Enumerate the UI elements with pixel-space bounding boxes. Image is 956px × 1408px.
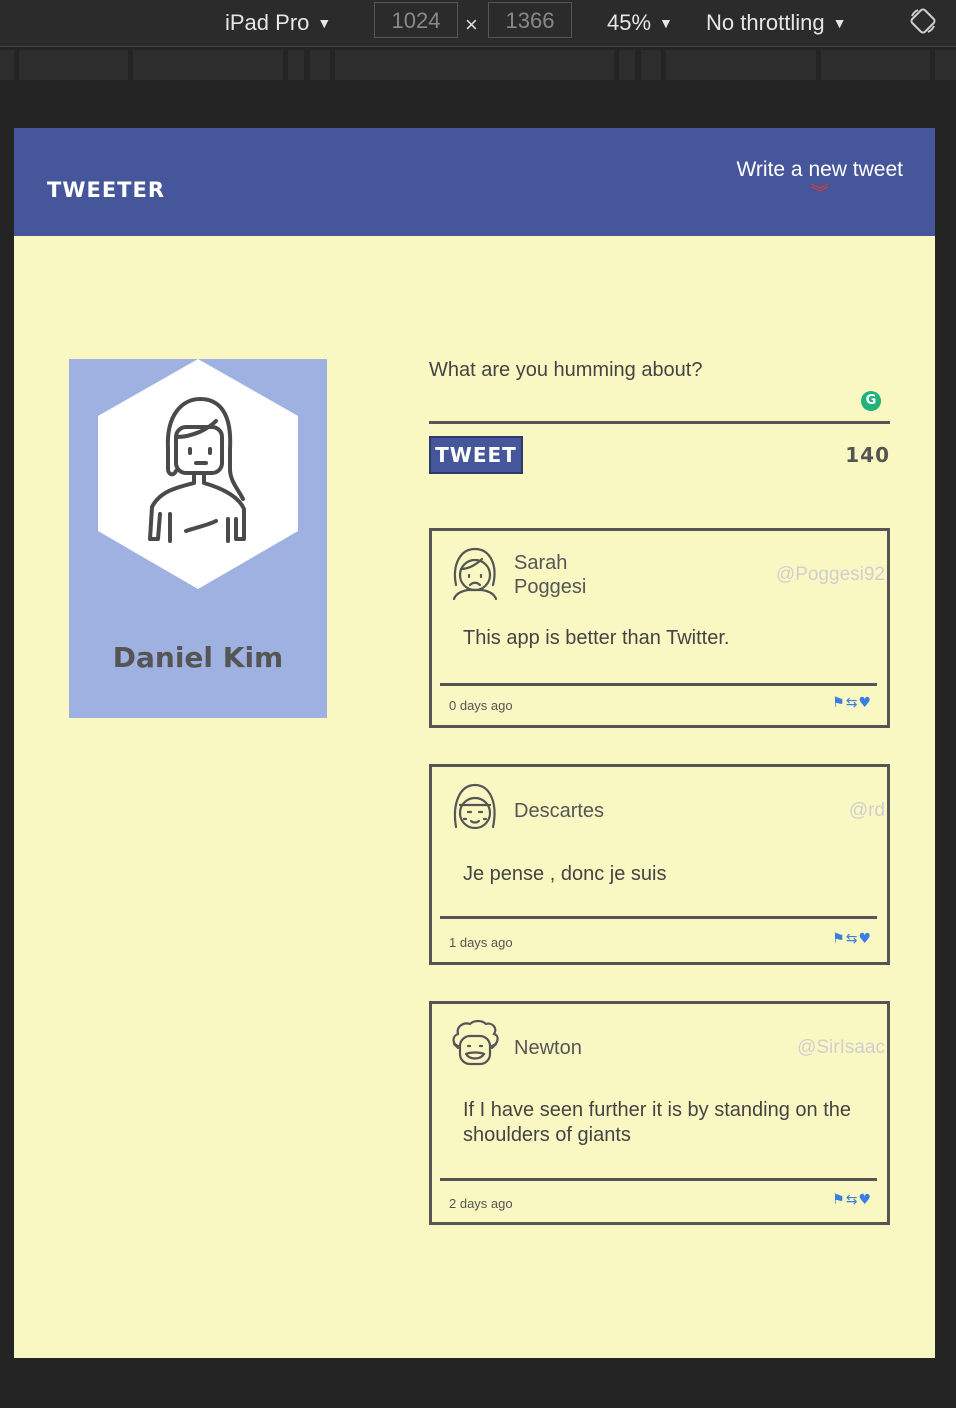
tweet-actions: ⚑⇆♥	[831, 695, 871, 711]
rotate-icon[interactable]	[908, 6, 938, 40]
page-viewport: TWEETER Write a new tweet ︾ Daniel Kim W…	[14, 128, 935, 1358]
heart-icon[interactable]: ♥	[858, 931, 871, 947]
tweet-handle: @rd	[848, 800, 885, 821]
tweet-timestamp: 0 days ago	[449, 698, 513, 713]
tweet-card: Sarah Poggesi @Poggesi92 This app is bet…	[429, 528, 890, 728]
profile-name: Daniel Kim	[112, 641, 284, 674]
tweet-content: If I have seen further it is by standing…	[463, 1099, 852, 1146]
device-label: iPad Pro	[225, 10, 310, 35]
tweet-actions: ⚑⇆♥	[831, 931, 871, 947]
dropdown-arrow-icon: ▼	[832, 15, 847, 31]
throttling-select[interactable]: No throttling ▼	[706, 6, 846, 40]
tweet-divider	[440, 916, 877, 919]
profile-card: Daniel Kim	[69, 359, 327, 718]
brand-logo[interactable]: TWEETER	[47, 178, 165, 202]
tweet-author: Newton	[514, 1037, 582, 1059]
tweet-timestamp: 1 days ago	[449, 935, 513, 950]
height-input[interactable]: 1366	[488, 2, 572, 38]
avatar-icon	[452, 547, 498, 601]
tweet-actions: ⚑⇆♥	[831, 1192, 871, 1208]
dropdown-arrow-icon: ▼	[659, 15, 673, 31]
devtools-toolbar: iPad Pro ▼ 1024 × 1366 45% ▼ No throttling…	[0, 0, 956, 47]
write-tweet-button[interactable]: Write a new tweet ︾	[736, 158, 903, 203]
tweet-submit-button[interactable]: TWEET	[429, 436, 523, 474]
tweet-author: Descartes	[514, 800, 605, 822]
retweet-icon[interactable]: ⇆	[846, 931, 858, 947]
dropdown-arrow-icon: ▼	[317, 15, 332, 31]
avatar	[98, 359, 298, 589]
double-chevron-down-icon: ︾	[810, 183, 829, 203]
width-input[interactable]: 1024	[374, 2, 458, 38]
tweet-divider	[440, 683, 877, 686]
avatar-icon	[453, 783, 496, 830]
char-counter: 140	[845, 443, 890, 467]
tweet-content: This app is better than Twitter.	[463, 627, 730, 649]
retweet-icon[interactable]: ⇆	[846, 695, 858, 711]
tweet-card: Newton @SirIsaac If I have seen further …	[429, 1001, 890, 1225]
times-icon: ×	[465, 12, 478, 37]
flag-icon[interactable]: ⚑	[832, 1192, 845, 1208]
tweet-author: Sarah Poggesi	[514, 552, 587, 598]
flag-icon[interactable]: ⚑	[832, 931, 845, 947]
compose-form: G TWEET 140	[429, 359, 890, 474]
device-select[interactable]: iPad Pro ▼	[225, 6, 331, 40]
flag-icon[interactable]: ⚑	[832, 695, 845, 711]
tweet-handle: @Poggesi92	[775, 564, 885, 585]
avatar-icon	[452, 1019, 499, 1066]
heart-icon[interactable]: ♥	[858, 1192, 871, 1208]
tweet-handle: @SirIsaac	[797, 1037, 885, 1058]
throttling-label: No throttling	[706, 10, 825, 35]
write-tweet-label: Write a new tweet	[736, 158, 903, 181]
tweet-divider	[440, 1178, 877, 1181]
tweet-timestamp: 2 days ago	[449, 1196, 513, 1211]
tweet-input[interactable]	[429, 359, 890, 424]
navbar: TWEETER Write a new tweet ︾	[14, 128, 935, 236]
grammarly-icon[interactable]: G	[861, 391, 881, 411]
zoom-select[interactable]: 45% ▼	[607, 6, 673, 40]
tweet-content: Je pense , donc je suis	[463, 863, 667, 885]
tweet-card: Descartes @rd Je pense , donc je suis 1 …	[429, 764, 890, 965]
media-query-bar	[0, 47, 956, 83]
zoom-label: 45%	[607, 10, 652, 35]
heart-icon[interactable]: ♥	[858, 695, 871, 711]
retweet-icon[interactable]: ⇆	[846, 1192, 858, 1208]
